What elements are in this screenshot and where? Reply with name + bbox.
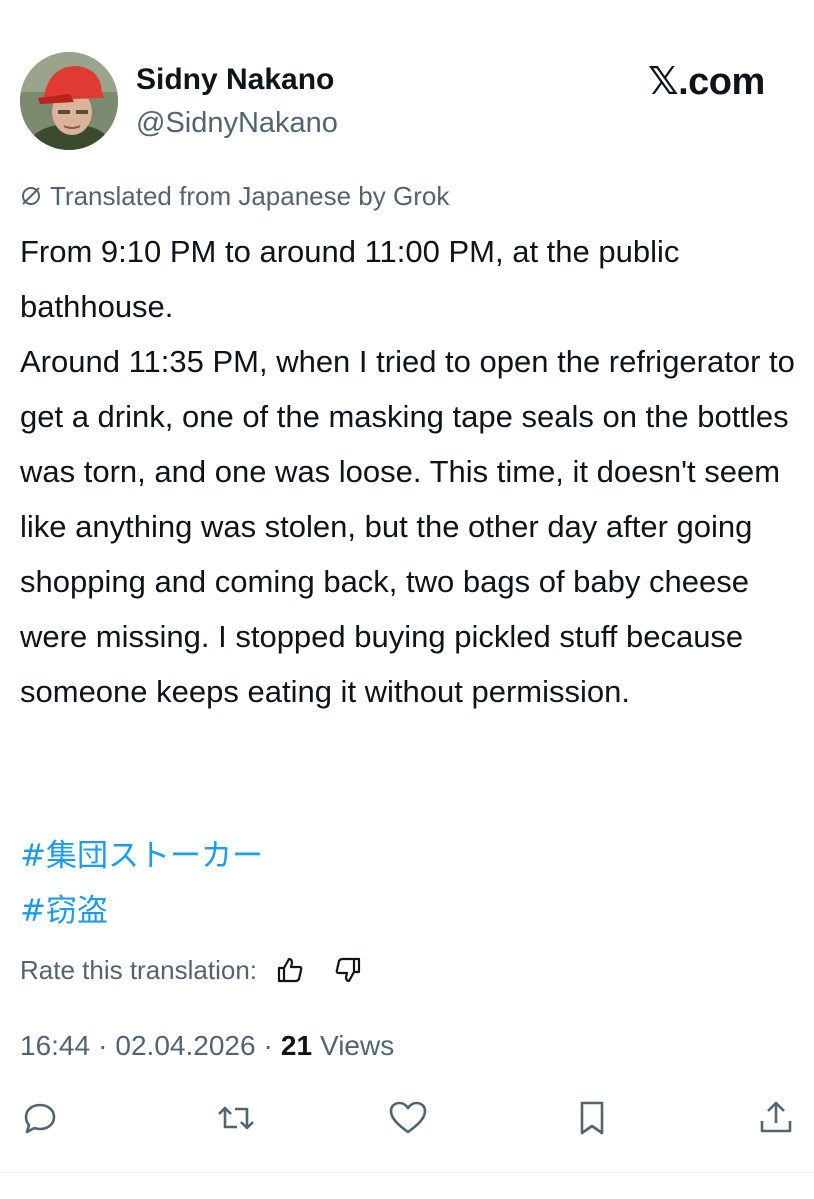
translate-icon	[20, 185, 42, 207]
share-button[interactable]	[754, 1094, 798, 1142]
bookmark-icon	[580, 1101, 604, 1135]
bookmark-button[interactable]	[570, 1094, 614, 1142]
translation-notice: Translated from Japanese by Grok	[20, 180, 449, 212]
views-count[interactable]: 21	[281, 1030, 312, 1062]
rate-translation-label: Rate this translation:	[20, 954, 258, 985]
author-name[interactable]: Sidny Nakano	[136, 62, 334, 98]
post-text: From 9:10 PM to around 11:00 PM, at the …	[20, 224, 800, 719]
hashtag-link[interactable]: #集団ストーカー	[20, 836, 263, 876]
source-label: 𝕏.com	[648, 61, 765, 103]
avatar-image	[20, 52, 118, 150]
post-meta: 16:44 · 02.04.2026 · 21 Views	[20, 1026, 394, 1066]
post-time[interactable]: 16:44	[20, 1030, 90, 1062]
repost-button[interactable]	[214, 1094, 258, 1142]
thumbs-up-icon[interactable]	[275, 955, 305, 985]
author-handle[interactable]: @SidnyNakano	[136, 106, 338, 140]
meta-separator: ·	[98, 1030, 108, 1061]
avatar[interactable]	[20, 52, 118, 150]
translation-notice-text: Translated from Japanese by Grok	[50, 180, 450, 211]
meta-separator: ·	[263, 1030, 273, 1061]
post-paragraph: Around 11:35 PM, when I tried to open th…	[20, 344, 795, 709]
views-label[interactable]: Views	[320, 1030, 394, 1062]
hashtag-link[interactable]: #窃盗	[20, 891, 108, 931]
reply-icon	[24, 1103, 56, 1134]
bottom-divider	[0, 1172, 814, 1173]
like-button[interactable]	[386, 1094, 430, 1142]
like-icon	[389, 1101, 427, 1134]
repost-icon	[218, 1106, 254, 1130]
action-bar	[18, 1094, 798, 1142]
post-paragraph: From 9:10 PM to around 11:00 PM, at the …	[20, 234, 680, 324]
reply-button[interactable]	[18, 1094, 62, 1142]
share-icon	[760, 1101, 792, 1133]
thumbs-down-icon[interactable]	[333, 955, 363, 985]
post-date[interactable]: 02.04.2026	[115, 1030, 255, 1062]
rate-translation: Rate this translation:	[20, 950, 363, 990]
